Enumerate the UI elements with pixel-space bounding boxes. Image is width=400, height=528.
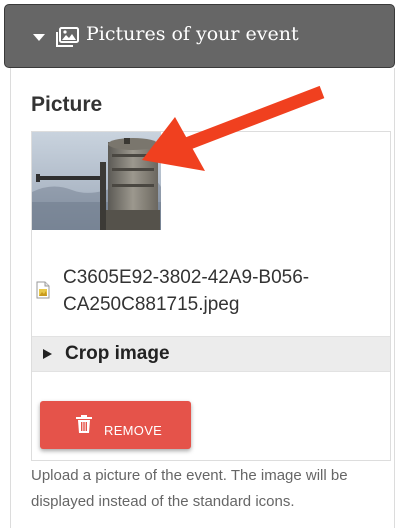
remove-button[interactable]: REMOVE bbox=[40, 401, 191, 449]
triangle-right-icon bbox=[43, 349, 52, 359]
crop-image-label: Crop image bbox=[65, 343, 170, 364]
trash-icon bbox=[76, 415, 92, 433]
crop-image-toggle[interactable]: Crop image bbox=[32, 336, 390, 372]
caret-down-icon bbox=[33, 34, 45, 41]
remove-label: REMOVE bbox=[104, 423, 163, 438]
thumbnail-image bbox=[32, 132, 161, 230]
image-file-icon bbox=[36, 281, 50, 299]
pictures-section-header[interactable]: Pictures of your event bbox=[4, 4, 395, 68]
picture-thumbnail[interactable] bbox=[32, 132, 161, 230]
file-name-link[interactable]: C3605E92-3802-42A9-B056-CA250C881715.jpe… bbox=[63, 264, 363, 318]
picture-field-label: Picture bbox=[31, 93, 103, 116]
section-title: Pictures of your event bbox=[86, 23, 299, 45]
field-description: Upload a picture of the event. The image… bbox=[31, 467, 348, 510]
images-icon bbox=[56, 27, 79, 47]
